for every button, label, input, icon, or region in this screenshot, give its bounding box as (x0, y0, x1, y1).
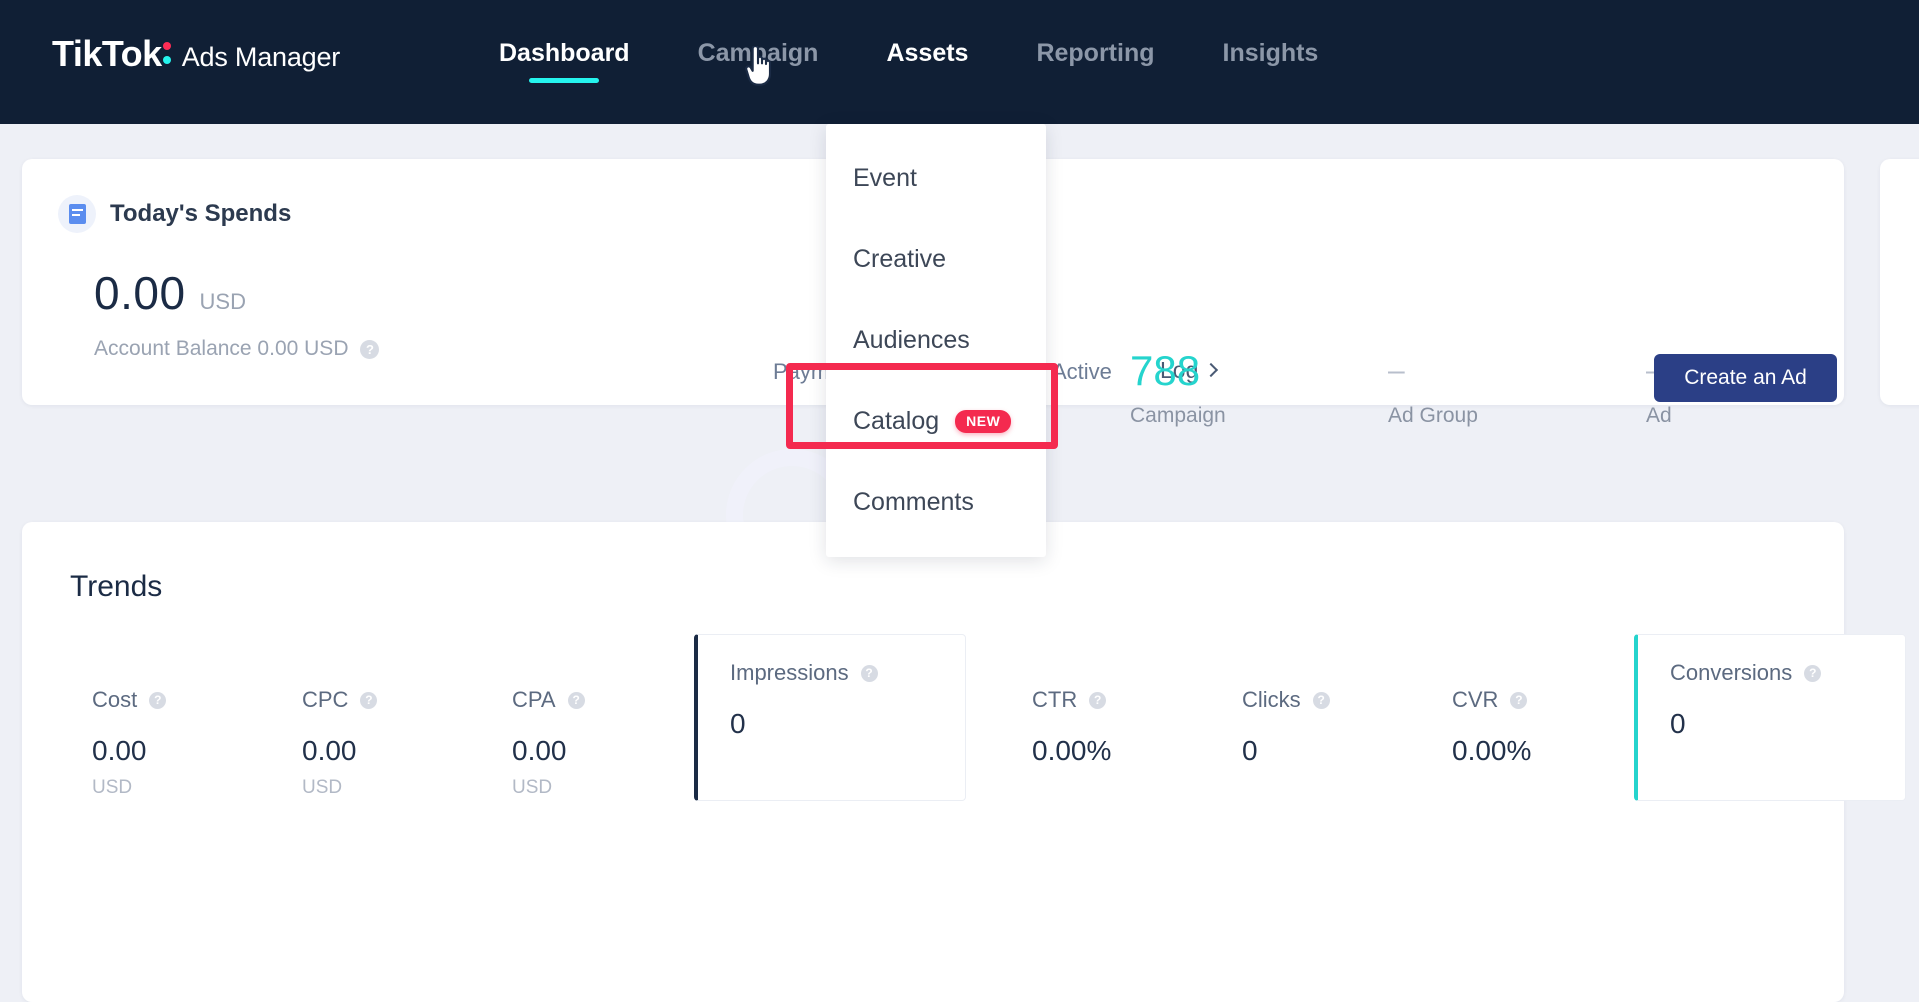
dropdown-item-comments-label: Comments (853, 488, 974, 516)
tiktok-colon-icon (162, 40, 174, 66)
account-balance-text: Account Balance 0.00 USD (94, 337, 349, 360)
nav-item-reporting[interactable]: Reporting (1002, 36, 1188, 70)
brand-subtitle: Ads Manager (181, 42, 341, 72)
metric-impressions[interactable]: Impressions ? 0 (694, 634, 966, 801)
nav-active-underline (529, 78, 600, 83)
dropdown-item-catalog[interactable]: Catalog NEW (826, 381, 1046, 462)
metric-ctr-label: CTR (1032, 687, 1078, 712)
trends-card: Trends Cost ? 0.00 USD CPC ? 0.00 USD CP… (22, 522, 1906, 1002)
nav-item-dashboard-label: Dashboard (499, 39, 630, 67)
help-circle-icon[interactable]: ? (360, 339, 380, 359)
dropdown-item-creative[interactable]: Creative (826, 219, 1046, 300)
metric-impressions-value: 0 (730, 708, 746, 739)
nav-item-assets[interactable]: Assets (852, 36, 1002, 70)
metric-clicks-value: 0 (1242, 735, 1258, 766)
spends-amount-value: 0.00 (94, 267, 186, 319)
spends-amount-currency: USD (199, 289, 246, 314)
main-nav-items: Dashboard Campaign Assets Reporting Insi… (465, 36, 1353, 83)
metric-cpc-unit: USD (302, 777, 343, 798)
metric-cvr[interactable]: CVR ? 0.00% (1424, 662, 1634, 801)
secondary-side-card (1880, 159, 1919, 405)
stat-campaign-label: Campaign (1130, 404, 1226, 427)
dropdown-item-event[interactable]: Event (826, 138, 1046, 219)
spends-card-header: Today's Spends (58, 195, 291, 233)
metric-cpc[interactable]: CPC ? 0.00 USD (274, 662, 484, 801)
help-circle-icon[interactable]: ? (360, 691, 378, 709)
metric-cpc-label: CPC (302, 687, 349, 712)
metric-cvr-value: 0.00% (1452, 735, 1532, 766)
help-circle-icon[interactable]: ? (149, 691, 167, 709)
nav-item-campaign[interactable]: Campaign (664, 36, 853, 70)
help-circle-icon[interactable]: ? (567, 691, 585, 709)
nav-item-insights-label: Insights (1222, 39, 1319, 67)
active-status-label: Active (1052, 359, 1112, 384)
nav-item-assets-label: Assets (886, 39, 969, 67)
metric-ctr[interactable]: CTR ? 0.00% (1004, 662, 1214, 801)
metric-conversions-label: Conversions (1670, 660, 1793, 685)
help-circle-icon[interactable]: ? (1510, 691, 1528, 709)
new-badge: NEW (955, 410, 1012, 433)
stat-ad-group: – Ad Group (1388, 344, 1646, 428)
nav-item-insights[interactable]: Insights (1189, 36, 1353, 70)
dropdown-item-creative-label: Creative (853, 245, 947, 273)
metric-ctr-value: 0.00% (1032, 735, 1112, 766)
assets-dropdown-menu: Event Creative Audiences Catalog NEW Com… (826, 124, 1046, 557)
metric-cost-unit: USD (92, 777, 133, 798)
metric-conversions-value: 0 (1670, 708, 1686, 739)
metric-cpa-unit: USD (512, 777, 553, 798)
stat-campaign: 788 Campaign (1130, 344, 1388, 428)
metric-cpc-value: 0.00 (302, 735, 357, 766)
metric-cpa-label: CPA (512, 687, 556, 712)
dropdown-item-catalog-label: Catalog (853, 407, 940, 435)
stat-ad-group-label: Ad Group (1388, 404, 1478, 427)
create-an-ad-button[interactable]: Create an Ad (1654, 354, 1837, 402)
metric-cost-value: 0.00 (92, 735, 147, 766)
trends-title: Trends (70, 570, 163, 603)
dropdown-item-audiences[interactable]: Audiences (826, 300, 1046, 381)
brand-logo-text: TikTok (52, 33, 162, 74)
metric-cpa-value: 0.00 (512, 735, 567, 766)
dropdown-item-event-label: Event (853, 164, 917, 192)
help-circle-icon[interactable]: ? (860, 664, 878, 682)
top-navigation-bar: TikTok Ads Manager Dashboard Campaign As… (0, 0, 1919, 124)
document-icon (58, 195, 96, 233)
trends-metrics-row: Cost ? 0.00 USD CPC ? 0.00 USD CPA ? 0.0… (64, 634, 1919, 801)
metric-cvr-label: CVR (1452, 687, 1499, 712)
metric-cpa[interactable]: CPA ? 0.00 USD (484, 662, 694, 801)
metric-clicks-label: Clicks (1242, 687, 1301, 712)
help-circle-icon[interactable]: ? (1312, 691, 1330, 709)
spends-card-title: Today's Spends (110, 200, 292, 227)
metric-cost-label: Cost (92, 687, 138, 712)
stat-campaign-value: 788 (1130, 347, 1201, 394)
nav-item-reporting-label: Reporting (1036, 39, 1155, 67)
account-balance-row: Account Balance 0.00 USD ? (94, 337, 380, 361)
nav-item-dashboard[interactable]: Dashboard (465, 36, 664, 83)
stat-ad-label: Ad (1646, 404, 1672, 427)
metric-cost[interactable]: Cost ? 0.00 USD (64, 662, 274, 801)
nav-item-campaign-label: Campaign (697, 39, 819, 67)
dropdown-item-audiences-label: Audiences (853, 326, 970, 354)
metric-impressions-label: Impressions (730, 660, 849, 685)
brand-logo[interactable]: TikTok Ads Manager (52, 33, 340, 75)
metric-clicks[interactable]: Clicks ? 0 (1214, 662, 1424, 801)
stat-ad-group-value: – (1388, 354, 1405, 387)
help-circle-icon[interactable]: ? (1804, 664, 1822, 682)
spends-amount: 0.00 USD (94, 266, 246, 320)
help-circle-icon[interactable]: ? (1089, 691, 1107, 709)
metric-conversions[interactable]: Conversions ? 0 (1634, 634, 1906, 801)
dropdown-item-comments[interactable]: Comments (826, 462, 1046, 543)
